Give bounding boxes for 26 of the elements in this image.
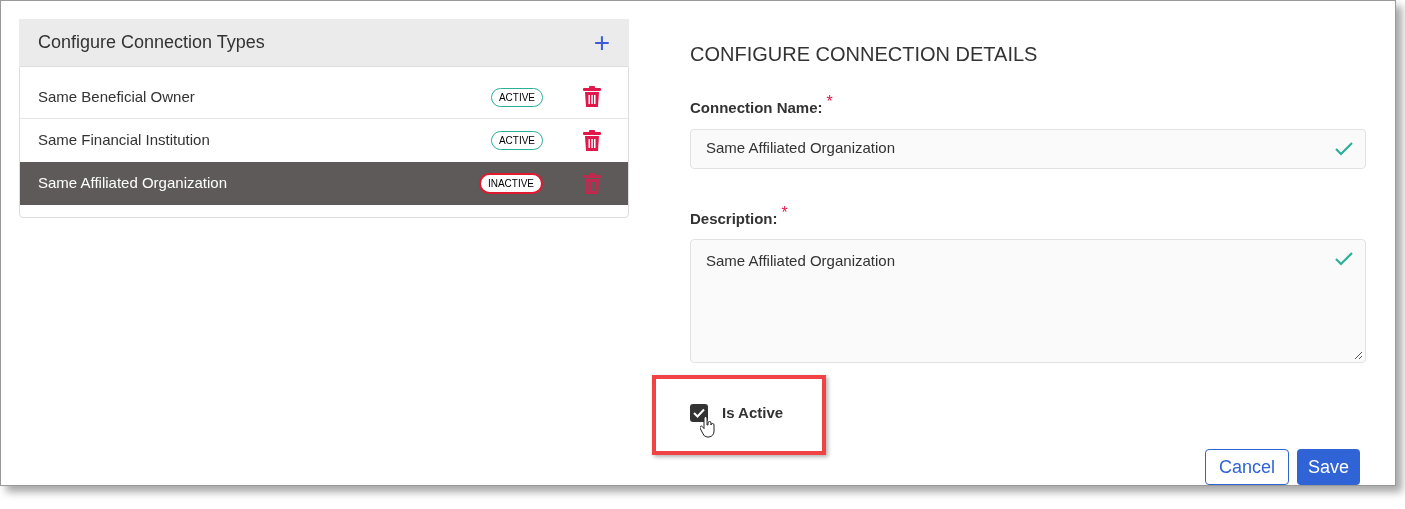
item-name: Same Beneficial Owner [38, 86, 196, 107]
resize-handle-icon[interactable] [1354, 351, 1363, 360]
hand-cursor-icon [700, 416, 716, 438]
delete-icon[interactable] [583, 86, 601, 108]
item-name: Same Financial Institution [38, 130, 211, 151]
add-button[interactable]: + [593, 28, 610, 57]
input-field[interactable]: Same Affiliated Organization [690, 128, 1366, 169]
section-title: CONFIGURE CONNECTION DETAILS [690, 42, 1039, 67]
textarea-field[interactable]: Same Affiliated Organization [690, 239, 1366, 363]
panel-title: Configure Connection Types [38, 31, 265, 54]
list-item[interactable]: Same Affiliated Organization INACTIVE [20, 162, 628, 205]
checkbox[interactable] [690, 404, 708, 423]
checkbox-label: Is Active [722, 403, 784, 423]
delete-icon[interactable] [583, 129, 601, 152]
field-label: Connection Name: [690, 98, 823, 118]
list-item[interactable]: Same Beneficial Owner ACTIVE [20, 76, 628, 119]
list-item[interactable]: Same Financial Institution ACTIVE [20, 119, 628, 162]
status-badge: ACTIVE [490, 131, 543, 150]
item-name: Same Affiliated Organization [38, 173, 228, 194]
required-icon: * [781, 204, 788, 221]
status-badge: INACTIVE [478, 173, 543, 194]
required-icon: * [826, 94, 833, 110]
cancel-button[interactable]: Cancel [1204, 449, 1289, 485]
status-badge: ACTIVE [490, 87, 543, 107]
save-button[interactable]: Save [1296, 449, 1360, 485]
field-label: Description: [690, 208, 778, 229]
